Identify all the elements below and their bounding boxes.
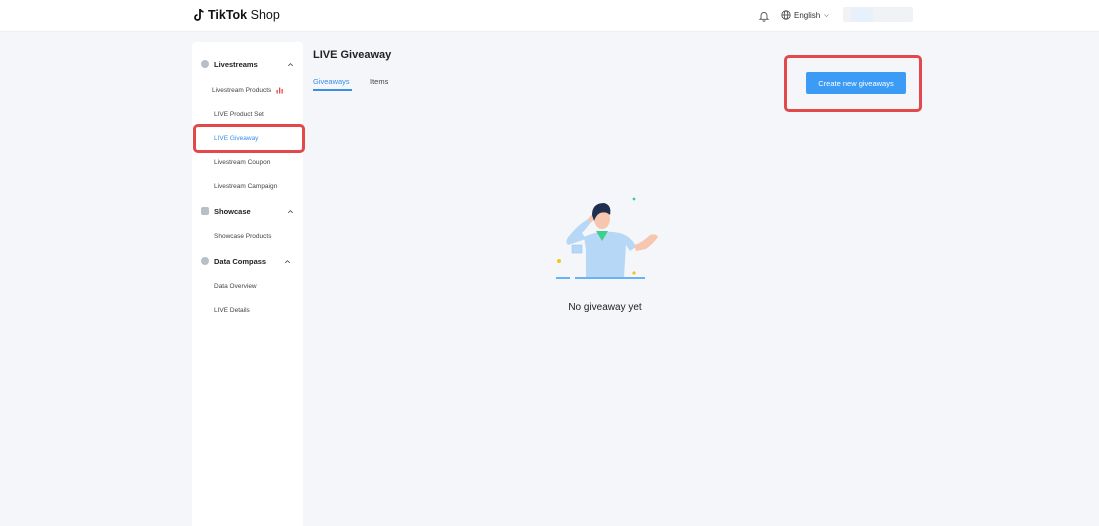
sidebar-section-data-compass[interactable]: Data Compass — [192, 252, 303, 270]
empty-state-message: No giveaway yet — [568, 302, 642, 313]
sidebar-item-livestream-coupon[interactable]: Livestream Coupon — [192, 154, 303, 170]
chart-bars-icon — [276, 87, 283, 94]
active-tab-indicator — [313, 89, 352, 91]
tab-giveaways[interactable]: Giveaways — [313, 77, 350, 86]
brand-name: TikTok Shop — [208, 8, 280, 22]
compass-icon — [201, 257, 209, 265]
avatar — [851, 7, 873, 22]
bell-icon[interactable] — [758, 10, 770, 22]
language-selector[interactable]: English — [781, 10, 830, 20]
page-title: LIVE Giveaway — [313, 49, 392, 61]
chevron-up-icon — [288, 209, 293, 213]
highlight-annotation-sidebar — [193, 124, 305, 153]
chevron-up-icon — [288, 62, 293, 66]
sidebar-item-livestream-products[interactable]: Livestream Products — [192, 82, 303, 98]
chevron-down-icon — [824, 13, 830, 17]
sidebar-item-live-product-set[interactable]: LIVE Product Set — [192, 106, 303, 122]
language-label: English — [794, 10, 821, 20]
globe-icon — [781, 10, 791, 20]
sidebar-item-livestream-campaign[interactable]: Livestream Campaign — [192, 178, 303, 194]
highlight-annotation-button — [784, 55, 922, 112]
sidebar-item-data-overview[interactable]: Data Overview — [192, 278, 303, 294]
chevron-up-icon — [285, 259, 290, 263]
livestream-icon — [201, 60, 209, 68]
tiktok-shop-logo[interactable]: TikTok Shop — [193, 8, 280, 22]
storefront-icon — [201, 207, 209, 215]
tab-items[interactable]: Items — [370, 77, 388, 86]
sidebar-section-livestreams[interactable]: Livestreams — [192, 55, 303, 73]
sidebar: Livestreams Livestream Products LIVE Pro… — [192, 42, 303, 526]
tiktok-logo-icon — [194, 8, 204, 21]
top-bar: TikTok Shop English — [0, 0, 1099, 32]
sidebar-item-live-details[interactable]: LIVE Details — [192, 302, 303, 318]
empty-state-illustration — [556, 197, 658, 279]
sidebar-section-showcase[interactable]: Showcase — [192, 202, 303, 220]
sidebar-item-showcase-products[interactable]: Showcase Products — [192, 228, 303, 244]
